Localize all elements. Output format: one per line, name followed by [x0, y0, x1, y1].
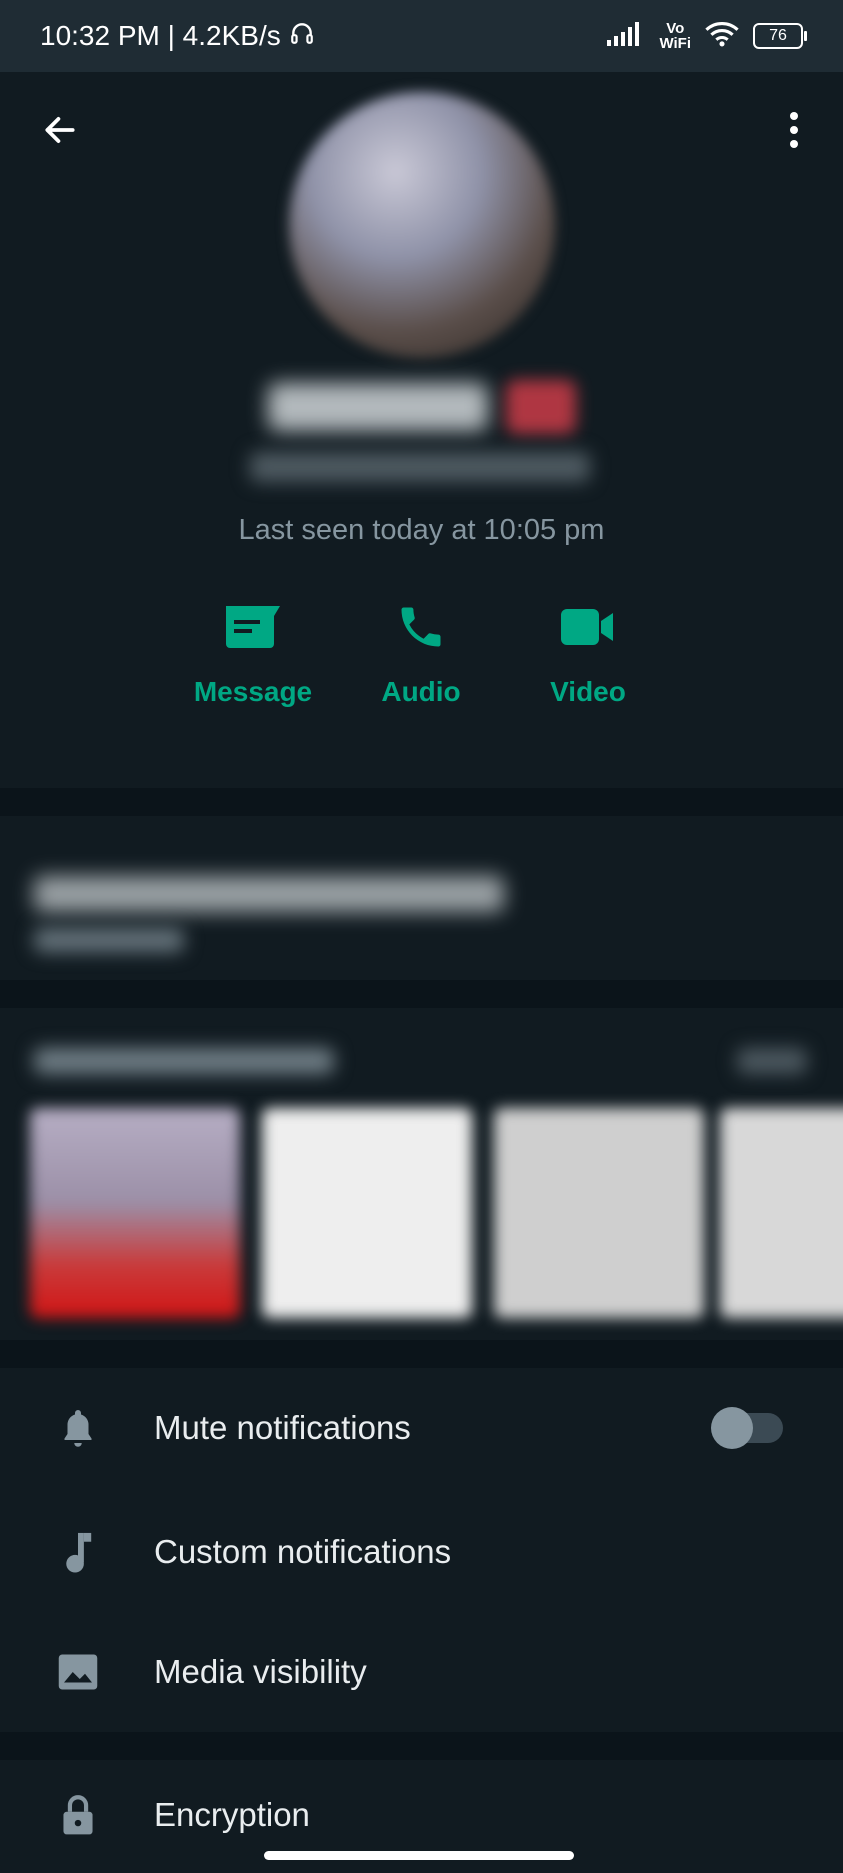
- about-text-blurred: [34, 876, 504, 912]
- custom-notifications-label: Custom notifications: [154, 1533, 452, 1570]
- profile-header: Last seen today at 10:05 pm Message Audi…: [0, 72, 843, 788]
- mute-toggle[interactable]: [711, 1407, 783, 1449]
- signal-icon: [607, 21, 645, 51]
- audio-call-button[interactable]: Audio: [351, 592, 491, 722]
- encryption-label: Encryption: [154, 1796, 310, 1833]
- battery-level: 76: [769, 27, 787, 44]
- contact-name-blurred: [267, 383, 488, 431]
- media-section[interactable]: [0, 1008, 843, 1340]
- vowifi-bottom: WiFi: [659, 35, 691, 52]
- about-date-blurred: [34, 928, 184, 952]
- lock-icon: [38, 1794, 118, 1836]
- section-divider: [0, 1340, 843, 1368]
- contact-name-row: [0, 372, 843, 442]
- contact-info-screen: 10:32 PM | 4.2KB/s Vo WiFi 76 Last seen …: [0, 0, 843, 1873]
- last-seen-text: Last seen today at 10:05 pm: [238, 514, 605, 546]
- contact-badge-blurred: [505, 380, 576, 434]
- section-divider: [0, 1732, 843, 1760]
- section-divider: [0, 980, 843, 1008]
- media-visibility-label: Media visibility: [154, 1653, 367, 1690]
- arrow-back-icon: [45, 117, 75, 143]
- section-divider: [0, 788, 843, 816]
- back-button[interactable]: [36, 106, 84, 154]
- media-thumbnail[interactable]: [494, 1108, 704, 1318]
- about-section[interactable]: [0, 816, 843, 980]
- message-label: Message: [193, 676, 313, 707]
- contact-phone-blurred: [250, 452, 590, 482]
- more-vertical-icon: [790, 112, 798, 148]
- wifi-icon: [705, 21, 739, 52]
- media-title-blurred: [34, 1048, 334, 1074]
- message-button[interactable]: Message: [183, 592, 323, 722]
- bell-icon: [38, 1407, 118, 1449]
- media-visibility-row[interactable]: Media visibility: [0, 1612, 843, 1732]
- video-label: Video: [550, 676, 626, 707]
- phone-icon: [386, 592, 456, 662]
- video-camera-icon: [553, 592, 623, 662]
- audio-label: Audio: [381, 676, 461, 707]
- status-bar: 10:32 PM | 4.2KB/s Vo WiFi 76: [0, 0, 843, 72]
- video-call-button[interactable]: Video: [518, 592, 658, 722]
- mute-notifications-label: Mute notifications: [154, 1409, 411, 1446]
- action-buttons: Message Audio Video: [0, 592, 843, 722]
- headphones-icon: [289, 20, 315, 53]
- media-count-blurred[interactable]: [737, 1048, 807, 1074]
- contact-avatar[interactable]: [289, 92, 555, 358]
- media-thumbnail[interactable]: [262, 1108, 472, 1318]
- media-thumbnail[interactable]: [720, 1108, 843, 1318]
- image-icon: [38, 1652, 118, 1692]
- mute-notifications-row[interactable]: Mute notifications: [0, 1368, 843, 1488]
- toggle-knob: [711, 1407, 753, 1449]
- custom-notifications-row[interactable]: Custom notifications: [0, 1492, 843, 1612]
- message-icon: [218, 592, 288, 662]
- status-bar-right: Vo WiFi 76: [607, 21, 807, 52]
- time-and-network-speed: 10:32 PM | 4.2KB/s: [40, 20, 281, 51]
- notification-settings: Mute notifications Custom notifications …: [0, 1368, 843, 1732]
- media-thumbnail[interactable]: [30, 1108, 240, 1318]
- music-note-icon: [38, 1530, 118, 1574]
- status-bar-left: 10:32 PM | 4.2KB/s: [40, 20, 315, 53]
- more-options-button[interactable]: [779, 106, 809, 154]
- battery-indicator: 76: [753, 23, 807, 49]
- home-indicator[interactable]: [264, 1851, 574, 1860]
- vowifi-top: Vo: [666, 20, 685, 37]
- vowifi-indicator: Vo WiFi: [659, 21, 691, 51]
